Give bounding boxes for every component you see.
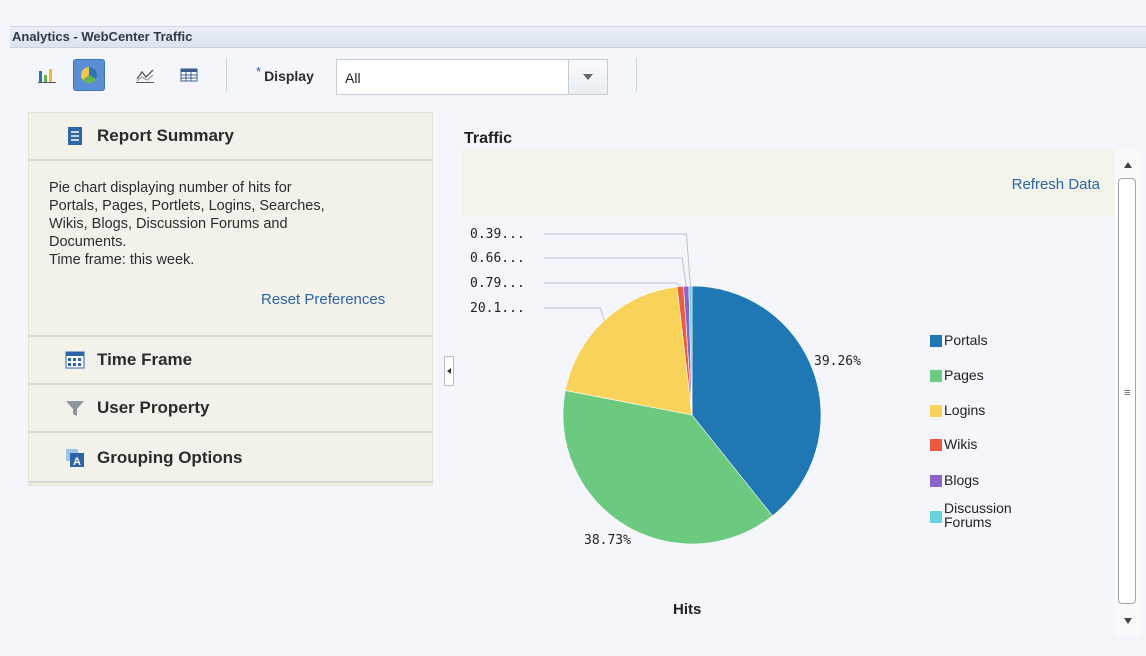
pie-chart-view-button[interactable] bbox=[73, 59, 105, 91]
section-label: Time Frame bbox=[97, 350, 193, 369]
toolbar: * Display All bbox=[10, 48, 1146, 104]
vertical-scrollbar[interactable]: ≡ bbox=[1115, 150, 1141, 636]
chart-x-label: Hits bbox=[673, 601, 702, 618]
display-label-text: Display bbox=[264, 68, 314, 84]
summary-line: Portals, Pages, Portlets, Logins, Search… bbox=[49, 198, 325, 214]
legend-swatch bbox=[930, 475, 942, 487]
report-header-band: Refresh Data bbox=[462, 150, 1114, 216]
section-grouping-options-header[interactable]: A Grouping Options bbox=[29, 435, 432, 483]
leader-line bbox=[544, 282, 681, 287]
section-time-frame-header[interactable]: Time Frame bbox=[29, 335, 432, 385]
legend-swatch bbox=[930, 335, 942, 347]
display-select[interactable]: All bbox=[336, 59, 608, 95]
leader-line bbox=[544, 257, 687, 287]
section-label: Grouping Options bbox=[97, 448, 243, 467]
toolbar-separator bbox=[636, 58, 637, 92]
section-report-summary-header[interactable]: Report Summary bbox=[29, 113, 432, 161]
display-select-value: All bbox=[345, 70, 361, 86]
report-summary-text: Pie chart displaying number of hits for … bbox=[49, 179, 419, 269]
legend-label: Wikis bbox=[944, 436, 978, 452]
legend-label: Logins bbox=[944, 402, 986, 418]
grip-icon: ≡ bbox=[1124, 387, 1131, 399]
window-title: Analytics - WebCenter Traffic bbox=[12, 29, 193, 44]
scrollbar-thumb[interactable]: ≡ bbox=[1118, 178, 1136, 604]
chevron-down-icon bbox=[583, 74, 593, 80]
pie-chart: 39.26% 38.73% 0.39... 0.66... 0.79... 20.1... bbox=[470, 227, 861, 548]
summary-line: Documents. bbox=[49, 234, 127, 250]
slice-label-blogs: 0.66... bbox=[470, 251, 525, 266]
report-title: Traffic bbox=[464, 130, 513, 147]
slice-label-discussion-forums: 0.39... bbox=[470, 227, 525, 242]
line-chart-icon bbox=[136, 69, 154, 83]
line-chart-view-button[interactable] bbox=[132, 62, 158, 88]
leader-line bbox=[544, 307, 605, 321]
panel-splitter-collapse[interactable] bbox=[444, 356, 454, 386]
calendar-icon bbox=[65, 351, 85, 369]
slice-label-portals: 39.26% bbox=[814, 354, 861, 369]
report-icon bbox=[68, 127, 82, 145]
grouping-icon: A bbox=[66, 449, 84, 468]
display-label: * Display bbox=[256, 64, 314, 84]
section-user-property-header[interactable]: User Property bbox=[29, 385, 432, 433]
legend-swatch bbox=[930, 439, 942, 451]
pie-chart-icon bbox=[81, 66, 98, 83]
table-icon bbox=[180, 68, 198, 82]
section-label: User Property bbox=[97, 398, 210, 417]
legend-swatch bbox=[930, 405, 942, 417]
left-panel: Report Summary Pie chart displaying numb… bbox=[28, 112, 433, 486]
filter-icon bbox=[66, 401, 84, 416]
summary-line: Pie chart displaying number of hits for bbox=[49, 180, 292, 196]
legend-swatch bbox=[930, 370, 942, 382]
leader-line bbox=[544, 233, 691, 287]
required-marker: * bbox=[256, 64, 262, 79]
legend-label: Discussion Forums bbox=[944, 500, 1012, 530]
display-dropdown-button[interactable] bbox=[568, 60, 607, 94]
summary-line: Time frame: this week. bbox=[49, 252, 195, 268]
svg-text:A: A bbox=[73, 456, 81, 468]
slice-label-wikis: 0.79... bbox=[470, 276, 525, 291]
legend-swatch bbox=[930, 511, 942, 523]
legend-label: Pages bbox=[944, 367, 984, 383]
window-title-bar: Analytics - WebCenter Traffic bbox=[10, 26, 1146, 48]
table-view-button[interactable] bbox=[176, 62, 202, 88]
slice-label-pages: 38.73% bbox=[584, 533, 631, 548]
bar-chart-icon bbox=[38, 69, 56, 83]
bar-chart-view-button[interactable] bbox=[34, 62, 60, 88]
reset-preferences-link[interactable]: Reset Preferences bbox=[261, 291, 385, 308]
summary-line: Wikis, Blogs, Discussion Forums and bbox=[49, 216, 288, 232]
scroll-down-arrow[interactable] bbox=[1124, 618, 1132, 624]
toolbar-separator bbox=[226, 58, 227, 92]
legend-label: Blogs bbox=[944, 472, 980, 488]
section-label: Report Summary bbox=[97, 126, 234, 145]
slice-label-logins: 20.1... bbox=[470, 301, 525, 316]
scroll-up-arrow[interactable] bbox=[1124, 162, 1132, 168]
legend-label: Portals bbox=[944, 332, 988, 348]
refresh-data-link[interactable]: Refresh Data bbox=[1012, 176, 1100, 193]
